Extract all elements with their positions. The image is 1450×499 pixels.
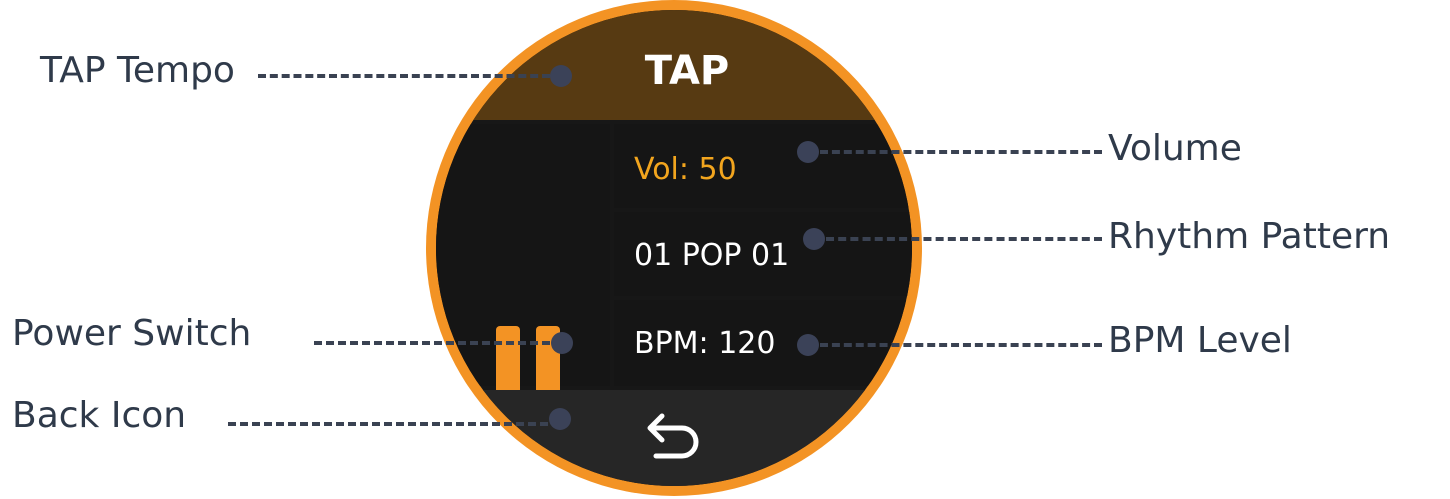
leader-line-rhythm-pattern — [826, 237, 1102, 241]
marker-dot-bpm-level — [797, 334, 819, 356]
leader-line-power-switch — [314, 341, 550, 345]
diagram: TAP Vol: 50 01 POP 01 BPM: 120 TAP Tempo… — [0, 0, 1450, 499]
leader-line-volume — [820, 150, 1102, 154]
marker-dot-power-switch — [551, 332, 573, 354]
rhythm-pattern-cell[interactable]: 01 POP 01 — [614, 212, 912, 296]
device-screen: TAP Vol: 50 01 POP 01 BPM: 120 — [436, 10, 912, 486]
callout-volume: Volume — [1108, 128, 1242, 169]
marker-dot-volume — [797, 141, 819, 163]
volume-text: Vol: 50 — [634, 152, 737, 187]
return-arrow-icon — [647, 413, 699, 459]
marker-dot-tap-tempo — [550, 65, 572, 87]
leader-line-bpm-level — [820, 343, 1102, 347]
tap-label: TAP — [644, 48, 730, 94]
rhythm-pattern-text: 01 POP 01 — [634, 238, 790, 273]
power-switch-button[interactable] — [436, 124, 610, 410]
callout-bpm-level: BPM Level — [1108, 320, 1292, 361]
marker-dot-back-icon — [549, 408, 571, 430]
callout-power-switch: Power Switch — [12, 313, 252, 354]
callout-tap-tempo: TAP Tempo — [40, 50, 235, 91]
callout-back-icon: Back Icon — [12, 395, 187, 436]
volume-cell[interactable]: Vol: 50 — [614, 124, 912, 208]
callout-rhythm-pattern: Rhythm Pattern — [1108, 216, 1391, 257]
marker-dot-rhythm-pattern — [803, 228, 825, 250]
leader-line-tap-tempo — [258, 74, 550, 78]
leader-line-back-icon — [228, 422, 548, 426]
bpm-text: BPM: 120 — [634, 326, 776, 361]
tap-tempo-button[interactable]: TAP — [436, 10, 912, 120]
